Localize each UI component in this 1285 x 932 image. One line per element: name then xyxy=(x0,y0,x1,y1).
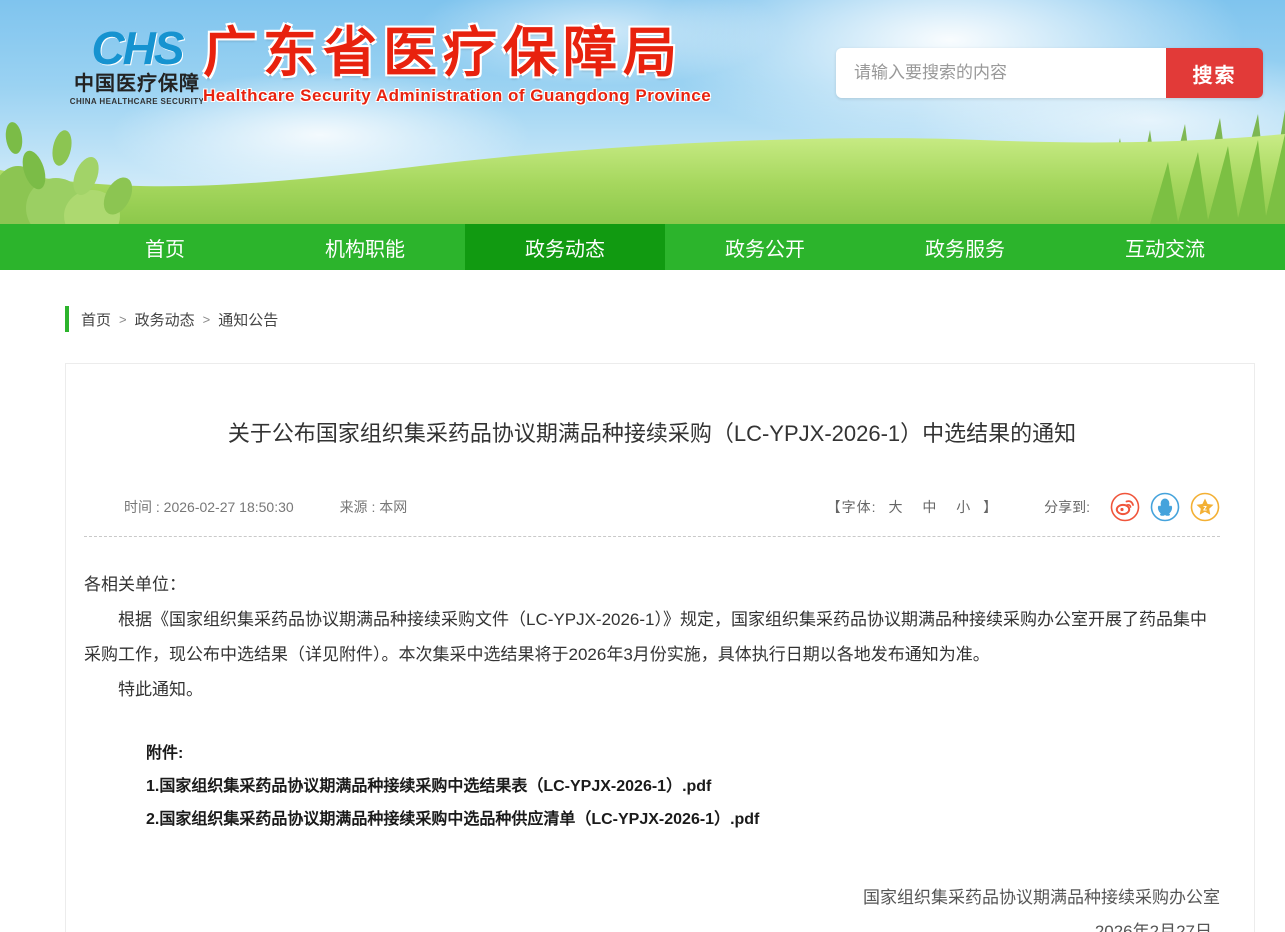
article-title: 关于公布国家组织集采药品协议期满品种接续采购（LC-YPJX-2026-1）中选… xyxy=(227,421,1077,446)
chs-logo-cn: 中国医疗保障 xyxy=(74,73,200,95)
paragraph-salutation: 各相关单位： xyxy=(84,575,186,594)
search-bar: 搜索 xyxy=(836,48,1263,98)
site-header: CHS 中国医疗保障 CHINA HEALTHCARE SECURITY 广东省… xyxy=(0,0,1285,224)
paragraph-main: 根据《国家组织集采药品协议期满品种接续采购文件（LC-YPJX-2026-1）》… xyxy=(84,610,1208,664)
time-label: 时间 : xyxy=(124,499,160,515)
article-card: 关于公布国家组织集采药品协议期满品种接续采购（LC-YPJX-2026-1）中选… xyxy=(65,363,1255,932)
nav-item-gov-news[interactable]: 政务动态 xyxy=(465,224,665,270)
nav-item-functions[interactable]: 机构职能 xyxy=(265,224,465,270)
source-label: 来源 : xyxy=(339,499,376,515)
grass-decoration xyxy=(0,110,1285,224)
article-body: 各相关单位： 根据《国家组织集采药品协议期满品种接续采购文件（LC-YPJX-2… xyxy=(84,567,1220,707)
chs-logo-en: CHINA HEALTHCARE SECURITY xyxy=(69,97,205,106)
breadcrumb-home[interactable]: 首页 xyxy=(81,309,111,330)
signature-date: 2026年2月27日 xyxy=(1094,922,1212,932)
search-button[interactable]: 搜索 xyxy=(1166,48,1263,98)
article-meta-right: 【字体: 大 中 小 】 分享到: z xyxy=(827,492,1220,522)
nav-item-interaction[interactable]: 互动交流 xyxy=(1065,224,1265,270)
nav-item-home[interactable]: 首页 xyxy=(65,224,265,270)
font-size-medium[interactable]: 中 xyxy=(922,499,937,515)
search-input[interactable] xyxy=(836,48,1166,98)
paragraph-closing: 特此通知。 xyxy=(118,680,203,699)
svg-text:z: z xyxy=(1203,504,1207,513)
attachment-link-supply-list[interactable]: 2.国家组织集采药品协议期满品种接续采购中选品种供应清单（LC-YPJX-202… xyxy=(146,803,1220,836)
article-meta-left: 时间 : 2026-02-27 18:50:30 来源 : 本网 xyxy=(124,497,407,517)
font-size-small[interactable]: 小 xyxy=(956,499,971,515)
weibo-share-icon[interactable] xyxy=(1110,492,1140,522)
meta-divider xyxy=(84,536,1220,537)
nav-item-gov-disclosure[interactable]: 政务公开 xyxy=(665,224,865,270)
site-title: 广东省医疗保障局 xyxy=(203,23,683,83)
share-icons: z xyxy=(1100,492,1220,522)
chs-logo: CHS 中国医疗保障 CHINA HEALTHCARE SECURITY xyxy=(62,24,212,107)
publish-time: 2026-02-27 18:50:30 xyxy=(163,499,294,515)
breadcrumb-notices[interactable]: 通知公告 xyxy=(218,309,278,330)
qq-share-icon[interactable] xyxy=(1150,492,1180,522)
font-size-open: 【字体: xyxy=(826,499,877,515)
breadcrumb-separator: > xyxy=(119,311,127,327)
breadcrumb-separator: > xyxy=(202,311,211,327)
nav-item-gov-services[interactable]: 政务服务 xyxy=(865,224,1065,270)
signature-block: 国家组织集采药品协议期满品种接续采购办公室 2026年2月27日 xyxy=(84,881,1220,932)
font-size-large[interactable]: 大 xyxy=(888,499,903,515)
article-meta-row: 时间 : 2026-02-27 18:50:30 来源 : 本网 【字体: 大 … xyxy=(84,492,1220,522)
attachments-label: 附件: xyxy=(146,745,184,762)
attachment-link-results-table[interactable]: 1.国家组织集采药品协议期满品种接续采购中选结果表（LC-YPJX-2026-1… xyxy=(146,770,1220,803)
qzone-share-icon[interactable]: z xyxy=(1190,492,1220,522)
breadcrumb: 首页 > 政务动态 > 通知公告 xyxy=(65,306,1255,332)
site-subtitle: Healthcare Security Administration of Gu… xyxy=(203,86,712,105)
share-label: 分享到: xyxy=(1044,499,1090,515)
breadcrumb-gov-news[interactable]: 政务动态 xyxy=(135,309,195,330)
chs-logo-text: CHS xyxy=(91,22,184,74)
signature-org: 国家组织集采药品协议期满品种接续采购办公室 xyxy=(863,888,1220,907)
main-nav: 首页 机构职能 政务动态 政务公开 政务服务 互动交流 xyxy=(0,224,1285,270)
font-size-control: 【字体: 大 中 小 】 xyxy=(827,497,998,517)
source-value: 本网 xyxy=(379,499,408,515)
site-title-block: 广东省医疗保障局 Healthcare Security Administrat… xyxy=(203,22,711,106)
attachments-block: 附件: 1.国家组织集采药品协议期满品种接续采购中选结果表（LC-YPJX-20… xyxy=(146,737,1220,836)
font-size-close: 】 xyxy=(983,499,999,515)
